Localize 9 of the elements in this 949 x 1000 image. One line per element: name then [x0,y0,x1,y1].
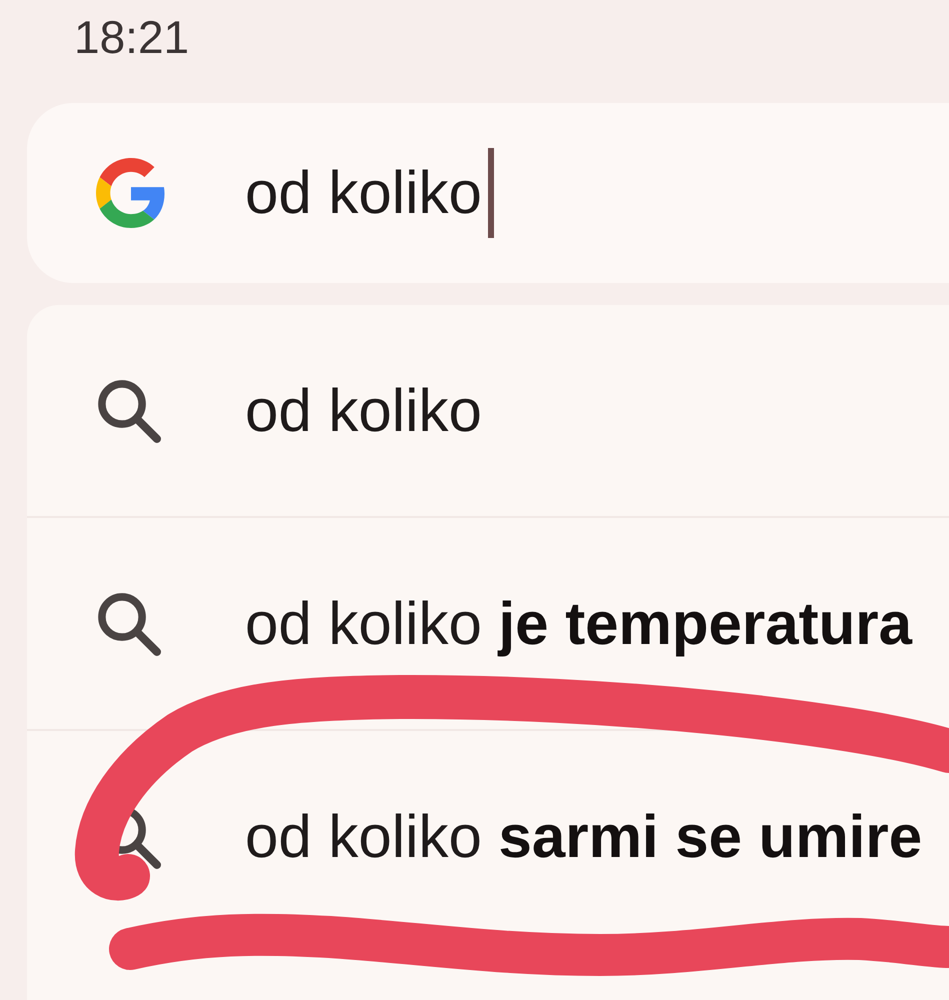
suggestion-item[interactable]: od koliko sarmi se umire [27,731,949,942]
status-time: 18:21 [74,12,190,62]
search-query: od koliko [245,158,482,228]
search-icon [97,378,161,442]
google-g-logo-icon [96,158,166,228]
suggestion-item[interactable]: od koliko je temperatura [27,518,949,729]
search-field[interactable]: od koliko [27,103,949,283]
search-icon [97,592,161,656]
suggestion-item[interactable]: od koliko [27,305,949,516]
